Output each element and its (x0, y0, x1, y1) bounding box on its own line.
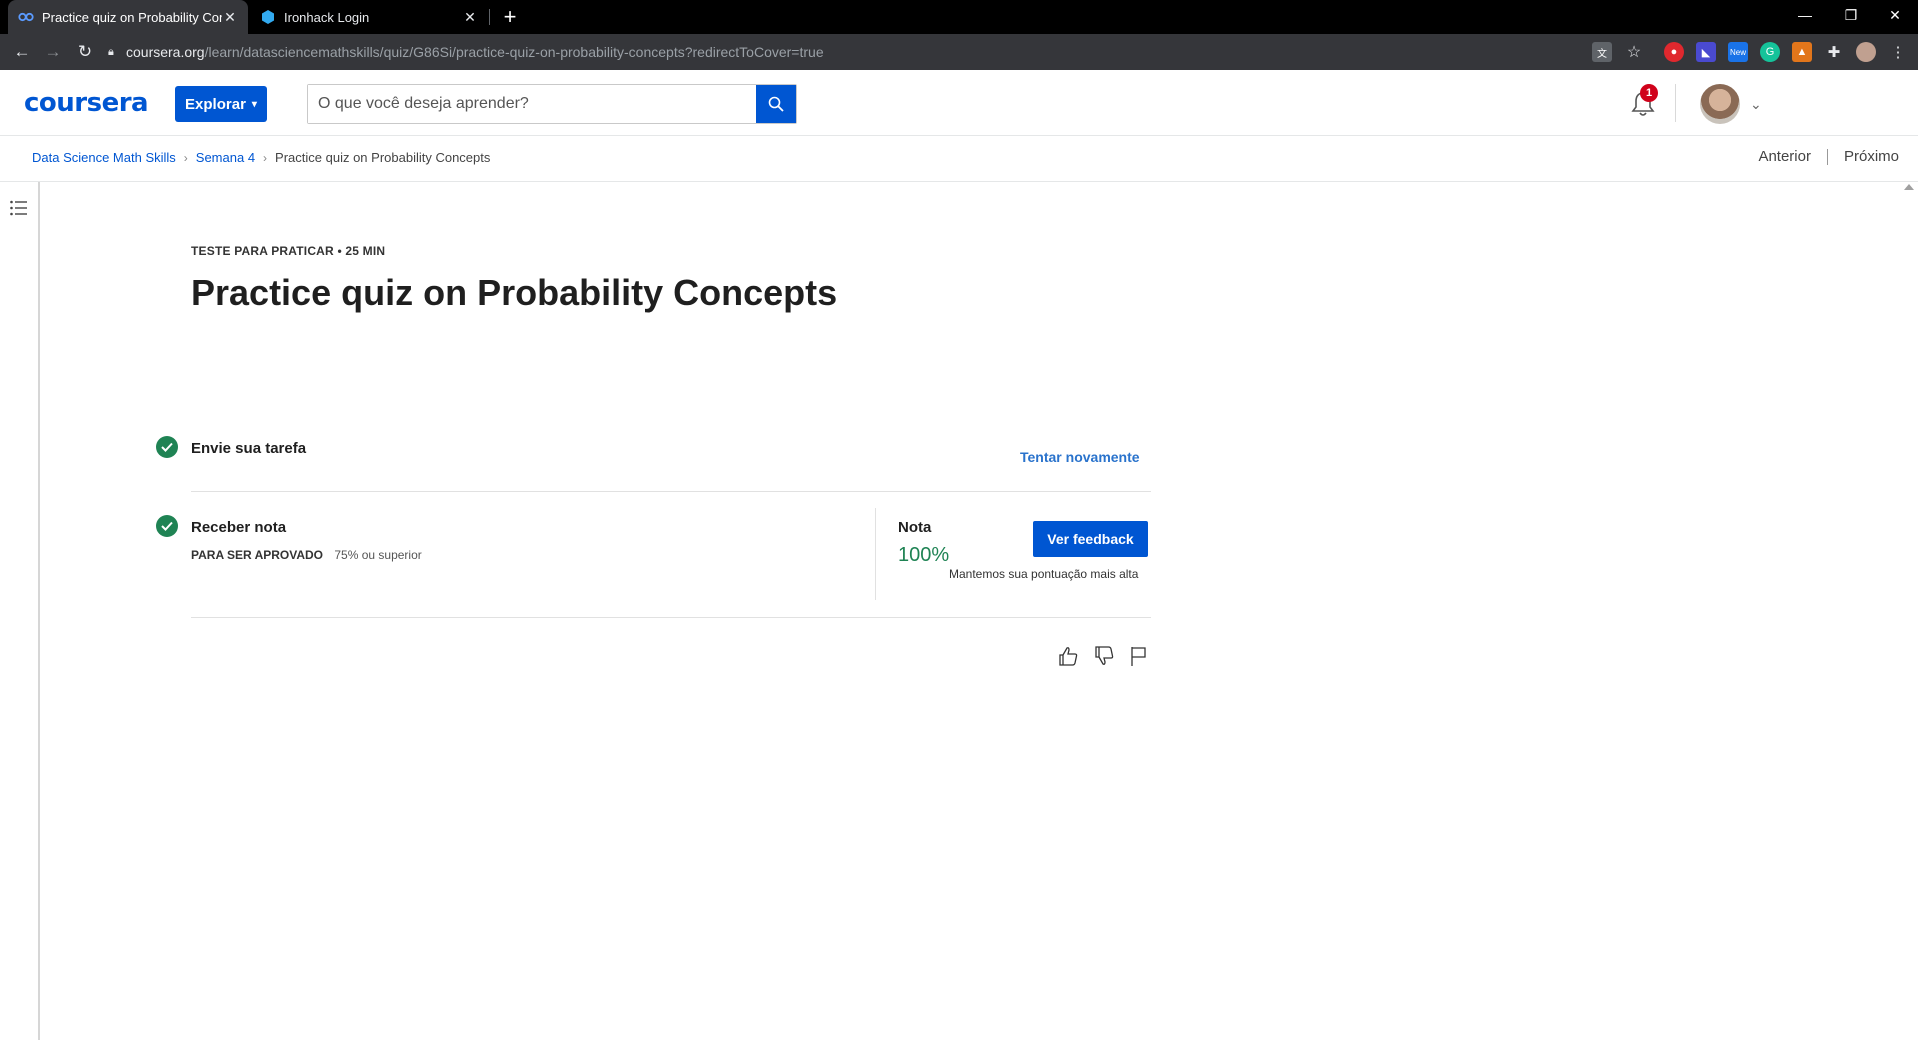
metamask-icon[interactable]: ▲ (1792, 42, 1812, 62)
restore-icon[interactable]: ❐ (1828, 0, 1874, 30)
close-window-icon[interactable]: ✕ (1872, 0, 1918, 30)
submit-step-label: Envie sua tarefa (191, 440, 307, 457)
view-feedback-button[interactable]: Ver feedback (1033, 521, 1148, 557)
bookmark-star-icon[interactable]: ☆ (1624, 42, 1644, 62)
flag-icon[interactable] (1128, 645, 1150, 667)
url-path: /learn/datasciencemathskills/quiz/G86Si/… (204, 44, 824, 60)
notification-badge: 1 (1640, 84, 1658, 102)
back-icon[interactable]: ← (10, 40, 34, 64)
check-circle-icon (156, 515, 178, 537)
site-header: coursera Explorar ▾ 1 ⌄ (0, 70, 1918, 136)
scroll-up-arrow[interactable] (1904, 184, 1914, 190)
address-bar[interactable]: 🔒︎ coursera.org /learn/datasciencemathsk… (108, 38, 1808, 66)
search-bar (307, 84, 797, 124)
retry-link[interactable]: Tentar novamente (1020, 449, 1140, 465)
grade-label: Nota (898, 519, 932, 536)
extensions-puzzle-icon[interactable]: ✚ (1824, 42, 1844, 62)
explore-label: Explorar (185, 95, 246, 113)
extension-red-icon[interactable]: ● (1664, 42, 1684, 62)
course-outline-rail (0, 182, 40, 1040)
section-divider (191, 617, 1151, 618)
pass-requirement-label: PARA SER APROVADO (191, 548, 324, 562)
breadcrumb-week[interactable]: Semana 4 (196, 150, 255, 165)
search-button[interactable] (756, 85, 796, 123)
nav-divider (1826, 148, 1828, 165)
pass-requirement-value: 75% ou superior (334, 548, 422, 562)
grammarly-icon[interactable]: G (1760, 42, 1780, 62)
breadcrumb-current: Practice quiz on Probability Concepts (275, 150, 491, 165)
ironhack-favicon-icon (260, 9, 276, 25)
chevron-right-icon: › (183, 150, 188, 165)
extension-new-icon[interactable]: New (1728, 42, 1748, 62)
browser-menu-icon[interactable]: ⋮ (1888, 42, 1908, 62)
list-icon[interactable] (9, 198, 29, 218)
header-rule (0, 181, 1918, 182)
grade-value: 100% (898, 544, 950, 566)
browser-tab-bar: Practice quiz on Probability Conc ✕ Iron… (0, 0, 1918, 34)
forward-icon[interactable]: → (41, 40, 65, 64)
step-divider (191, 491, 1151, 492)
breadcrumb: Data Science Math Skills › Semana 4 › Pr… (32, 150, 490, 165)
avatar[interactable] (1700, 84, 1740, 124)
quiz-kicker: TESTE PARA PRATICAR • 25 MIN (191, 244, 386, 258)
explore-button[interactable]: Explorar ▾ (175, 86, 267, 122)
header-divider (1675, 84, 1676, 122)
search-input[interactable] (308, 85, 756, 123)
thumbs-down-icon[interactable] (1093, 645, 1115, 667)
tab-title: Ironhack Login (284, 9, 370, 25)
check-circle-icon (156, 436, 178, 458)
breadcrumb-course[interactable]: Data Science Math Skills (32, 150, 176, 165)
url-host: coursera.org (126, 44, 205, 60)
highest-score-note: Mantemos sua pontuação mais alta (949, 567, 1139, 581)
tab-divider (489, 9, 490, 25)
new-tab-icon[interactable]: + (498, 4, 522, 29)
previous-link[interactable]: Anterior (1758, 148, 1811, 165)
tab-close-icon[interactable]: ✕ (462, 9, 478, 25)
tab-active[interactable]: Practice quiz on Probability Conc ✕ (8, 0, 248, 34)
chevron-down-icon: ▾ (251, 98, 257, 110)
reload-icon[interactable]: ↻ (73, 40, 97, 64)
pass-requirement: PARA SER APROVADO 75% ou superior (191, 548, 422, 562)
search-icon (768, 96, 784, 112)
lock-icon: 🔒︎ (108, 45, 114, 58)
grade-step-label: Receber nota (191, 519, 287, 536)
translate-icon[interactable]: 文 (1592, 42, 1612, 62)
tab-title: Practice quiz on Probability Conc (42, 9, 222, 25)
coursera-favicon-icon (18, 9, 34, 25)
browser-toolbar: ← → ↻ 🔒︎ coursera.org /learn/datascience… (0, 34, 1918, 70)
chevron-down-icon[interactable]: ⌄ (1750, 96, 1762, 113)
extension-purple-icon[interactable]: ◣ (1696, 42, 1716, 62)
thumbs-up-icon[interactable] (1057, 645, 1079, 667)
page-title: Practice quiz on Probability Concepts (191, 272, 838, 313)
profile-icon[interactable] (1856, 42, 1876, 62)
item-navigation: Anterior Próximo (1758, 148, 1899, 165)
tab-inactive[interactable]: Ironhack Login ✕ (250, 0, 488, 34)
coursera-logo[interactable]: coursera (24, 88, 149, 118)
next-link[interactable]: Próximo (1844, 148, 1899, 165)
grade-divider (875, 508, 876, 600)
chevron-right-icon: › (263, 150, 268, 165)
tab-close-icon[interactable]: ✕ (222, 9, 238, 25)
minimize-icon[interactable]: — (1782, 0, 1828, 30)
